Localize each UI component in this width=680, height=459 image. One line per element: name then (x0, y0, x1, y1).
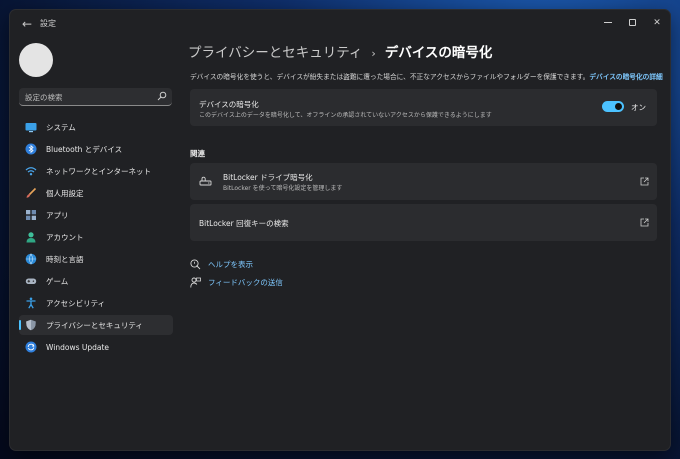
help-icon (190, 259, 201, 270)
shield-icon (26, 319, 36, 331)
sidebar-item-time-language[interactable]: 時刻と言語 (19, 249, 173, 269)
sidebar-item-accounts[interactable]: アカウント (19, 227, 173, 247)
sidebar-item-apps[interactable]: アプリ (19, 205, 173, 225)
close-button[interactable]: ✕ (647, 14, 667, 32)
sidebar-item-label: Windows Update (46, 342, 110, 352)
sidebar-item-system[interactable]: システム (19, 117, 173, 137)
sidebar-item-label: 個人用設定 (46, 188, 84, 198)
minimize-button[interactable] (598, 14, 618, 32)
maximize-button[interactable] (622, 14, 642, 32)
sidebar-item-label: アカウント (46, 232, 84, 242)
device-encryption-title: デバイスの暗号化 (199, 100, 259, 109)
bluetooth-icon (25, 143, 37, 155)
accessibility-icon (26, 297, 36, 309)
sidebar-item-gaming[interactable]: ゲーム (19, 271, 173, 291)
drive-lock-icon (199, 176, 212, 186)
send-feedback-link[interactable]: フィードバックの送信 (190, 277, 283, 288)
get-help-label[interactable]: ヘルプを表示 (208, 259, 253, 270)
breadcrumb-separator: › (371, 47, 376, 60)
gamepad-icon (25, 278, 37, 284)
device-encryption-subtitle: このデバイス上のデータを暗号化して、オフラインの承認されていないアクセスから保護… (199, 112, 492, 119)
update-icon (25, 341, 37, 353)
learn-more-link[interactable]: デバイスの暗号化の詳細 (589, 73, 662, 81)
globe-clock-icon (25, 253, 37, 265)
sidebar-item-windows-update[interactable]: Windows Update (19, 337, 173, 357)
breadcrumb: プライバシーとセキュリティ › デバイスの暗号化 (188, 41, 492, 61)
sidebar-item-label: ゲーム (46, 276, 69, 286)
bitlocker-title: BitLocker ドライブ暗号化 (223, 173, 313, 182)
sidebar-item-label: システム (46, 122, 76, 132)
sidebar-item-label: アプリ (46, 210, 69, 220)
maximize-icon (628, 19, 636, 26)
device-encryption-toggle[interactable] (602, 101, 624, 112)
sidebar-item-network[interactable]: ネットワークとインターネット (19, 161, 173, 181)
back-button[interactable]: ← (18, 16, 36, 32)
get-help-link[interactable]: ヘルプを表示 (190, 259, 253, 270)
sidebar-item-personalization[interactable]: 個人用設定 (19, 183, 173, 203)
sidebar-item-label: ネットワークとインターネット (46, 166, 151, 176)
search-icon[interactable] (157, 91, 167, 101)
avatar[interactable] (19, 43, 53, 77)
settings-window: ← 設定 ✕ システム Bluetooth とデバイス (10, 10, 670, 450)
recovery-key-title: BitLocker 回復キーの検索 (199, 219, 289, 228)
title-bar: ← 設定 ✕ (10, 10, 670, 38)
sidebar-item-bluetooth[interactable]: Bluetooth とデバイス (19, 139, 173, 159)
description-text: デバイスの暗号化を使うと、デバイスが紛失または盗難に遭った場合に、不正なアクセス… (190, 73, 590, 81)
page-description: デバイスの暗号化を使うと、デバイスが紛失または盗難に遭った場合に、不正なアクセス… (190, 71, 663, 81)
search-box[interactable] (19, 88, 172, 106)
sidebar-item-label: 時刻と言語 (46, 254, 84, 264)
sidebar-item-accessibility[interactable]: アクセシビリティ (19, 293, 173, 313)
external-link-icon (640, 218, 649, 227)
brush-icon (26, 187, 37, 198)
sidebar-item-label: アクセシビリティ (46, 298, 106, 308)
monitor-icon (25, 123, 37, 133)
sidebar-item-privacy-security[interactable]: プライバシーとセキュリティ (19, 315, 173, 335)
bitlocker-card[interactable]: BitLocker ドライブ暗号化 BitLocker を使って暗号化設定を管理… (190, 163, 657, 200)
wifi-icon (25, 167, 37, 176)
related-section-label: 関連 (190, 149, 205, 158)
bitlocker-recovery-card[interactable]: BitLocker 回復キーの検索 (190, 204, 657, 241)
page-title: デバイスの暗号化 (384, 45, 493, 61)
toggle-state-label: オン (631, 103, 646, 112)
sidebar-item-label: Bluetooth とデバイス (46, 144, 123, 154)
apps-icon (26, 210, 36, 220)
breadcrumb-parent[interactable]: プライバシーとセキュリティ (188, 45, 362, 61)
feedback-icon (190, 277, 201, 288)
bitlocker-subtitle: BitLocker を使って暗号化設定を管理します (223, 185, 343, 192)
device-encryption-card: デバイスの暗号化 このデバイス上のデータを暗号化して、オフラインの承認されていな… (190, 89, 657, 126)
sidebar-nav: システム Bluetooth とデバイス ネットワークとインターネット 個人用設… (19, 117, 173, 359)
search-input[interactable] (25, 90, 153, 104)
minimize-icon (604, 22, 612, 23)
send-feedback-label[interactable]: フィードバックの送信 (208, 277, 283, 288)
app-title: 設定 (40, 19, 56, 28)
person-icon (26, 232, 36, 243)
external-link-icon (640, 177, 649, 186)
sidebar-item-label: プライバシーとセキュリティ (46, 320, 143, 330)
